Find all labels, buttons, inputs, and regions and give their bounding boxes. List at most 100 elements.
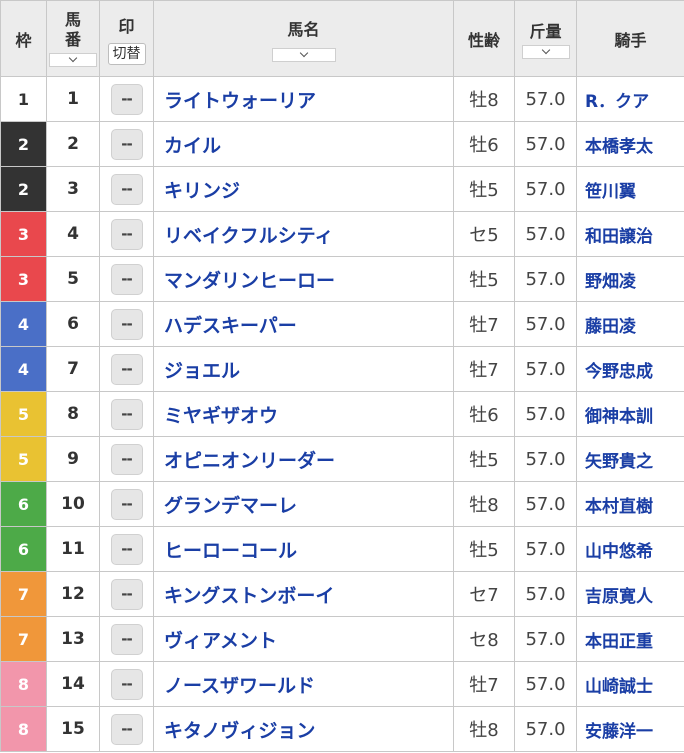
table-row: 7 12 -- キングストンボーイ セ7 57.0 吉原寛人 — [0, 571, 684, 617]
waku-cell: 6 — [0, 481, 47, 527]
waku-cell: 4 — [0, 301, 47, 347]
mark-cell: -- — [99, 481, 154, 527]
horse-name-cell: オピニオンリーダー — [153, 436, 454, 482]
jockey-cell: 本村直樹 — [576, 481, 684, 527]
mark-cell: -- — [99, 706, 154, 752]
sort-weight-button[interactable] — [521, 45, 570, 59]
jockey-link[interactable]: R．クア — [585, 92, 649, 112]
jockey-link[interactable]: 野畑凌 — [585, 272, 636, 292]
col-header-horse-name-label: 馬名 — [287, 19, 320, 39]
mark-select-button[interactable]: -- — [110, 398, 143, 430]
col-header-mark-label: 印 — [118, 16, 135, 36]
jockey-link[interactable]: 御神本訓 — [585, 407, 653, 427]
table-row: 8 15 -- キタノヴィジョン 牡8 57.0 安藤洋一 — [0, 706, 684, 752]
jockey-link[interactable]: 本村直樹 — [585, 497, 653, 517]
horse-name-cell: マンダリンヒーロー — [153, 256, 454, 302]
horse-name-link[interactable]: グランデマーレ — [164, 495, 297, 517]
mark-cell: -- — [99, 526, 154, 572]
jockey-link[interactable]: 本田正重 — [585, 632, 653, 652]
horse-name-cell: キリンジ — [153, 166, 454, 212]
waku-cell: 8 — [0, 661, 47, 707]
horse-name-cell: ハデスキーパー — [153, 301, 454, 347]
horse-name-link[interactable]: キタノヴィジョン — [164, 720, 315, 742]
mark-select-button[interactable]: -- — [110, 443, 143, 475]
mark-select-button[interactable]: -- — [110, 623, 143, 655]
col-header-umaban-label-1: 馬 — [64, 10, 81, 29]
table-row: 7 13 -- ヴィアメント セ8 57.0 本田正重 — [0, 616, 684, 662]
jockey-link[interactable]: 山中悠希 — [585, 542, 653, 562]
jockey-cell: 吉原寛人 — [576, 571, 684, 617]
umaban-cell: 9 — [46, 436, 100, 482]
chevron-down-icon — [541, 45, 550, 55]
jockey-cell: R．クア — [576, 76, 684, 122]
sort-umaban-button[interactable] — [49, 53, 97, 67]
jockey-link[interactable]: 矢野貴之 — [585, 452, 653, 472]
jockey-link[interactable]: 笹川翼 — [585, 182, 636, 202]
table-row: 2 3 -- キリンジ 牡5 57.0 笹川翼 — [0, 166, 684, 212]
horse-name-link[interactable]: ヒーローコール — [164, 540, 297, 562]
weight-cell: 57.0 — [514, 256, 577, 302]
horse-name-link[interactable]: ヴィアメント — [164, 630, 277, 652]
col-header-sex-age: 性齢 — [453, 0, 515, 77]
mark-select-button[interactable]: -- — [110, 353, 143, 385]
col-header-sex-age-label: 性齢 — [467, 30, 500, 50]
mark-select-button[interactable]: -- — [110, 668, 143, 700]
horse-name-link[interactable]: ミヤギザオウ — [164, 405, 278, 427]
horse-name-link[interactable]: オピニオンリーダー — [164, 450, 335, 472]
horse-name-link[interactable]: ライトウォーリア — [164, 90, 316, 112]
horse-name-link[interactable]: ハデスキーパー — [164, 315, 297, 337]
mark-select-button[interactable]: -- — [110, 173, 143, 205]
sex-age-cell: 牡8 — [453, 481, 515, 527]
col-header-weight: 斤量 — [514, 0, 577, 77]
jockey-link[interactable]: 今野忠成 — [585, 362, 653, 382]
mark-select-button[interactable]: -- — [110, 128, 143, 160]
sex-age-cell: 牡5 — [453, 256, 515, 302]
sex-age-cell: 牡5 — [453, 526, 515, 572]
waku-cell: 2 — [0, 121, 47, 167]
horse-name-cell: ジョエル — [153, 346, 454, 392]
mark-select-button[interactable]: -- — [110, 83, 143, 115]
horse-name-link[interactable]: ジョエル — [164, 360, 240, 382]
jockey-link[interactable]: 山崎誠士 — [585, 677, 653, 697]
jockey-link[interactable]: 吉原寛人 — [585, 587, 653, 607]
sex-age-cell: セ7 — [453, 571, 515, 617]
sex-age-cell: 牡7 — [453, 346, 515, 392]
umaban-cell: 5 — [46, 256, 100, 302]
sex-age-cell: セ8 — [453, 616, 515, 662]
mark-cell: -- — [99, 616, 154, 662]
jockey-link[interactable]: 藤田凌 — [585, 317, 636, 337]
sex-age-cell: 牡7 — [453, 661, 515, 707]
umaban-cell: 15 — [46, 706, 100, 752]
mark-select-button[interactable]: -- — [110, 308, 143, 340]
mark-select-button[interactable]: -- — [110, 578, 143, 610]
mark-select-button[interactable]: -- — [110, 533, 143, 565]
horse-name-link[interactable]: マンダリンヒーロー — [164, 270, 335, 292]
horse-name-link[interactable]: カイル — [164, 135, 221, 157]
jockey-cell: 矢野貴之 — [576, 436, 684, 482]
chevron-down-icon — [299, 48, 308, 57]
table-row: 2 2 -- カイル 牡6 57.0 本橋孝太 — [0, 121, 684, 167]
jockey-link[interactable]: 和田譲治 — [585, 227, 653, 247]
horse-name-link[interactable]: リベイクフルシティ — [164, 225, 333, 247]
sort-horse-name-button[interactable] — [271, 47, 336, 62]
weight-cell: 57.0 — [514, 76, 577, 122]
mark-select-button[interactable]: -- — [110, 263, 143, 295]
mark-select-button[interactable]: -- — [110, 218, 143, 250]
jockey-link[interactable]: 安藤洋一 — [585, 722, 653, 742]
sex-age-cell: 牡8 — [453, 706, 515, 752]
entry-table: 枠 馬 番 印 切替 馬名 性齢 斤量 騎手 1 1 -- ライトウォーリア 牡… — [0, 0, 684, 752]
horse-name-link[interactable]: キングストンボーイ — [164, 585, 334, 607]
mark-select-button[interactable]: -- — [110, 488, 143, 520]
jockey-link[interactable]: 本橋孝太 — [585, 137, 653, 157]
horse-name-link[interactable]: ノースザワールド — [164, 675, 315, 697]
col-header-umaban-label-2: 番 — [64, 30, 81, 49]
table-row: 4 7 -- ジョエル 牡7 57.0 今野忠成 — [0, 346, 684, 392]
horse-name-link[interactable]: キリンジ — [164, 180, 240, 202]
mark-select-button[interactable]: -- — [110, 713, 143, 745]
umaban-cell: 3 — [46, 166, 100, 212]
weight-cell: 57.0 — [514, 211, 577, 257]
col-header-jockey: 騎手 — [576, 0, 684, 77]
waku-cell: 4 — [0, 346, 47, 392]
mark-toggle-button[interactable]: 切替 — [107, 42, 146, 65]
jockey-cell: 山崎誠士 — [576, 661, 684, 707]
